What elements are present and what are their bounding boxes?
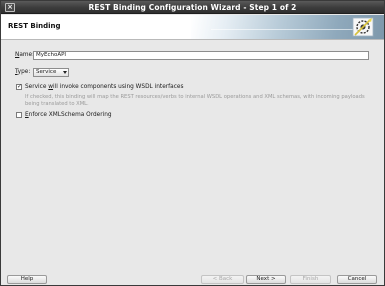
wsdl-help-text: If checked, this binding will map the RE…: [25, 94, 365, 107]
title-bar[interactable]: × REST Binding Configuration Wizard - St…: [1, 1, 384, 14]
header-divider: [1, 39, 384, 40]
back-button-label: < Back: [212, 276, 233, 282]
cancel-button[interactable]: Cancel: [337, 275, 377, 284]
back-button[interactable]: < Back: [201, 275, 244, 284]
window-title: REST Binding Configuration Wizard - Step…: [88, 3, 297, 12]
type-dropdown[interactable]: Service: [33, 68, 69, 77]
wsdl-interfaces-label: Service will invoke components using WSD…: [25, 84, 184, 90]
wizard-gear-icon: [352, 17, 374, 37]
type-label: Type:: [15, 69, 31, 75]
button-bar: Help < Back Next > Finish Cancel: [1, 271, 384, 286]
checkmark-icon: ✓: [17, 83, 23, 90]
finish-button[interactable]: Finish: [290, 275, 331, 284]
wsdl-interfaces-checkbox[interactable]: ✓: [16, 83, 23, 90]
banner-line: [211, 29, 361, 30]
next-button[interactable]: Next >: [246, 275, 286, 284]
wizard-window: × REST Binding Configuration Wizard - St…: [0, 0, 385, 286]
cancel-button-label: Cancel: [347, 276, 367, 282]
help-button-label: Help: [20, 276, 34, 282]
name-field[interactable]: MyEchoAPI: [33, 51, 369, 60]
page-title: REST Binding: [8, 22, 61, 30]
enforce-xmlschema-label: Enforce XMLSchema Ordering: [25, 112, 112, 118]
finish-button-label: Finish: [302, 276, 319, 282]
enforce-xmlschema-checkbox[interactable]: [16, 112, 22, 118]
wizard-header: REST Binding: [1, 15, 384, 39]
help-button[interactable]: Help: [7, 275, 47, 284]
next-button-label: Next >: [256, 276, 276, 282]
chevron-down-icon: [63, 71, 67, 74]
name-label: Name:: [15, 52, 35, 58]
type-dropdown-value: Service: [36, 69, 57, 75]
